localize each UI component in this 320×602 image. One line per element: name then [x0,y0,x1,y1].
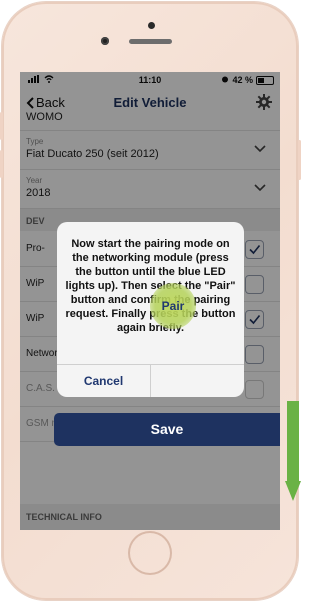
save-button[interactable]: Save [54,413,280,446]
cancel-button[interactable]: Cancel [57,365,150,397]
volume-down-button [0,150,3,178]
front-camera-icon [101,37,109,45]
home-button[interactable] [128,531,172,575]
pair-button-label: Pair [161,299,185,313]
green-arrow-icon [285,401,301,501]
earpiece-speaker [129,39,172,44]
pair-button[interactable]: Pair [151,365,244,397]
volume-up-button [0,112,3,140]
power-button [298,140,301,180]
dialog-message: Now start the pairing mode on the networ… [65,238,236,334]
camera-dot [148,22,155,29]
